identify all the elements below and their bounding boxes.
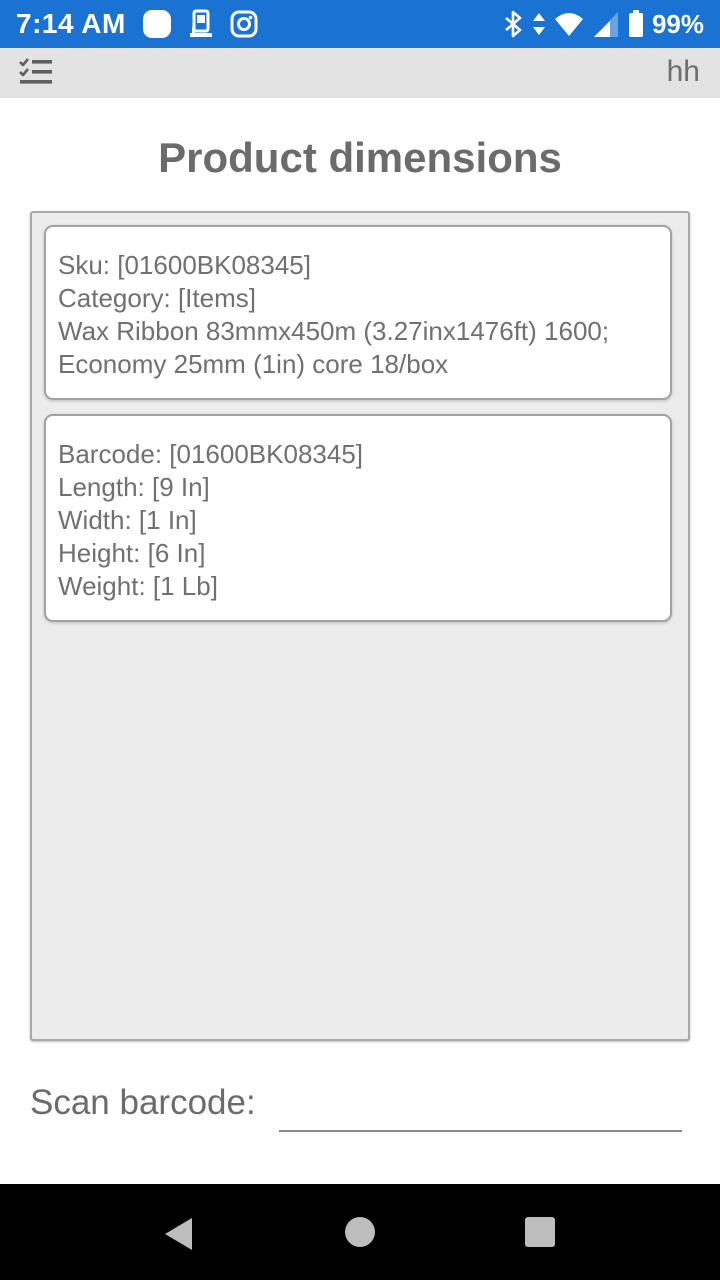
description-text: Wax Ribbon 83mmx450m (3.27inx1476ft) 160… [58,316,610,379]
scan-barcode-input[interactable] [279,1084,682,1132]
sku-text: Sku: [01600BK08345] [58,250,311,280]
screen: 7:14 AM 5 99% hh Product dimensions Sku:… [0,0,720,1280]
notification-bubble-icon [143,10,171,38]
length-text: Length: [9 In] [58,472,210,502]
app-bar: hh [0,48,720,98]
home-icon[interactable] [340,1214,380,1254]
scan-barcode-label: Scan barcode: [30,1083,256,1122]
weight-text: Weight: [1 Lb] [58,571,218,601]
height-text: Height: [6 In] [58,538,206,568]
status-time: 7:14 AM [16,8,126,39]
battery-level: 99% [651,8,704,39]
width-text: Width: [1 In] [58,505,197,535]
dimensions-card[interactable]: Barcode: [01600BK08345] Length: [9 In] W… [44,414,672,622]
status-left-icons [142,9,258,39]
wifi-icon: 5 [554,13,583,39]
device-icon [190,9,212,37]
signal-icon [593,12,618,37]
wifi-badge: 5 [573,29,579,39]
page-title: Product dimensions [158,134,562,181]
status-bar: 7:14 AM 5 99% [0,0,720,48]
navigation-bar [0,1184,720,1280]
results-panel: Sku: [01600BK08345] Category: [Items] Wa… [30,211,690,1041]
user-label[interactable]: hh [667,55,700,89]
category-text: Category: [Items] [58,283,256,313]
barcode-text: Barcode: [01600BK08345] [58,439,364,469]
data-arrows-icon [532,13,545,35]
product-info-card[interactable]: Sku: [01600BK08345] Category: [Items] Wa… [44,225,672,400]
back-icon[interactable] [160,1214,200,1254]
bluetooth-icon [505,10,522,38]
battery-icon [628,10,643,37]
checklist-menu-icon[interactable] [18,57,54,89]
status-right-icons: 5 99% [502,6,704,42]
recents-icon[interactable] [520,1214,560,1254]
instagram-icon [230,10,258,38]
